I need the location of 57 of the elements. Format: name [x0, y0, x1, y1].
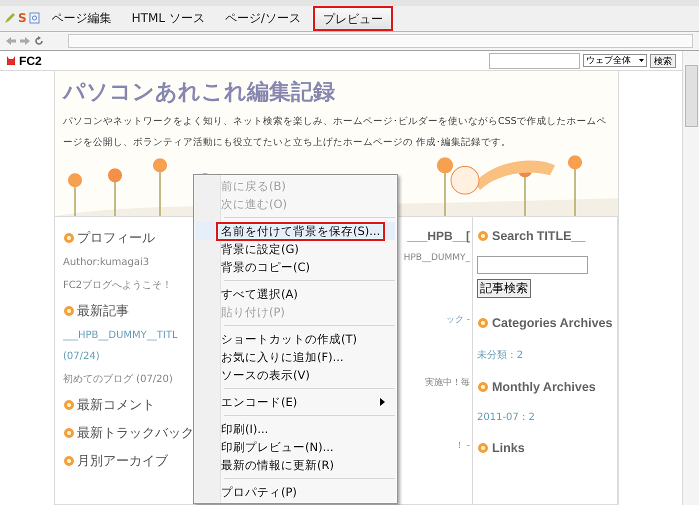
editor-tab[interactable]: ページ/ソース — [216, 7, 309, 29]
sidebar-text: 初めてのブログ (07/20) — [63, 372, 174, 386]
menu-item[interactable]: 印刷(I)... — [196, 420, 395, 438]
post-text: HPB__DUMMY_ — [403, 253, 470, 263]
search-field[interactable] — [489, 52, 580, 68]
menu-item[interactable]: ショートカットの作成(T) — [196, 330, 395, 348]
menu-item[interactable]: 最新の情報に更新(R) — [196, 456, 395, 474]
section-heading: Categories Archives — [492, 315, 612, 332]
section-heading: 月別アーカイブ — [77, 453, 168, 470]
flower-icon — [63, 399, 75, 411]
blog-title: パソコンあれこれ編集記録 — [63, 79, 336, 107]
editor-tab[interactable]: HTML ソース — [124, 7, 213, 29]
page-icon[interactable] — [28, 12, 40, 24]
menu-item[interactable]: エンコード(E) — [196, 393, 395, 411]
flower-icon — [477, 230, 489, 242]
section-heading: Search — [492, 229, 534, 243]
article-search-button[interactable]: 記事検索 — [477, 279, 531, 298]
post-title: ___HPB__[ — [407, 229, 470, 243]
flower-icon — [477, 317, 489, 329]
sidebar-text: FC2ブログへようこそ！ — [63, 278, 174, 292]
section-heading: Links — [492, 440, 525, 457]
search-button[interactable]: 検索 — [650, 54, 676, 68]
section-heading: プロフィール — [77, 230, 155, 247]
section-heading: Monthly Archives — [492, 379, 596, 396]
scrollbar[interactable] — [682, 51, 699, 505]
sidebar-text: Author:kumagai3 — [63, 257, 150, 268]
article-search-field[interactable] — [477, 256, 588, 274]
post-text: 実施中！毎 — [424, 376, 470, 389]
flower-icon — [477, 442, 489, 454]
menu-item[interactable]: 名前を付けて背景を保存(S)... — [196, 222, 395, 240]
editor-tab[interactable]: ページ編集 — [44, 7, 120, 29]
flower-icon — [63, 305, 75, 317]
logo-text[interactable]: FC2 — [19, 54, 42, 68]
menu-item[interactable]: 背景のコピー(C) — [196, 258, 395, 276]
section-heading: 最新トラックバック — [77, 425, 194, 442]
scope-select[interactable]: ウェブ全体 — [583, 54, 647, 67]
cat-logo-icon — [6, 55, 16, 66]
flower-icon — [477, 381, 489, 393]
menu-item[interactable]: すべて選択(A) — [196, 285, 395, 303]
pencil-icon[interactable] — [4, 12, 16, 24]
blog-description: パソコンやネットワークをよく知り、ネット検索を楽しみ、ホームページ･ビルダーを使いながらCSSで作成したホームページを公開し、ボランティア活動にも役立てたいと立ち上げたホームページの 作成･編集記録です。 — [63, 115, 608, 150]
post-title: TITLE__ — [536, 229, 586, 243]
menu-item[interactable]: プロパティ(P) — [196, 483, 395, 501]
flower-icon — [63, 232, 75, 244]
menu-item[interactable]: ソースの表示(V) — [196, 366, 395, 384]
forward-arrow-icon[interactable] — [20, 36, 30, 46]
refresh-icon[interactable] — [34, 36, 44, 46]
flower-icon — [63, 427, 75, 439]
back-arrow-icon[interactable] — [6, 36, 16, 46]
flower-icon — [63, 455, 75, 467]
section-heading: 最新記事 — [77, 303, 129, 320]
menu-item[interactable]: お気に入りに追加(F)... — [196, 348, 395, 366]
section-heading: 最新コメント — [77, 397, 155, 414]
menu-item[interactable]: 背景に設定(G) — [196, 240, 395, 258]
menu-item[interactable]: 印刷プレビュー(N)... — [196, 438, 395, 456]
editor-tab[interactable]: プレビュー — [312, 6, 393, 31]
address-field[interactable] — [68, 34, 693, 48]
